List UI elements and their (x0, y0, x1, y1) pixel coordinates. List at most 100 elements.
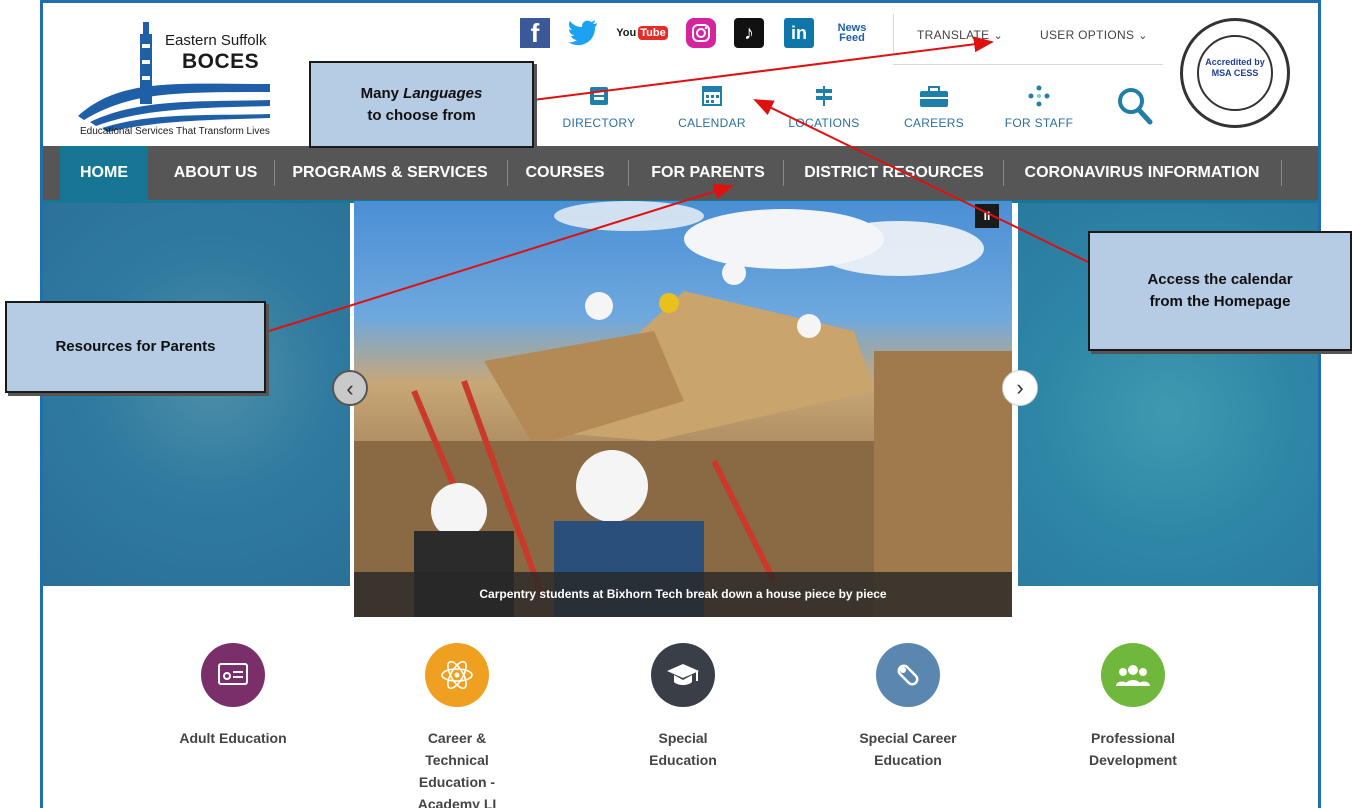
program-adult-education[interactable]: Adult Education (143, 643, 323, 749)
hero-caption: Carpentry students at Bixhorn Tech break… (354, 572, 1012, 617)
user-options-label: USER OPTIONS (1040, 28, 1135, 42)
callout-parents: Resources for Parents (5, 301, 266, 393)
construction-scene (354, 261, 1012, 617)
seal-text: Accredited by MSA CESS (1205, 57, 1265, 78)
translate-label: TRANSLATE (917, 28, 990, 42)
callout-calendar-line2: from the Homepage (1149, 293, 1291, 310)
tiktok-icon[interactable]: ♪ (734, 18, 764, 48)
callout-calendar-line1: Access the calendar (1147, 271, 1293, 288)
news-feed-icon[interactable]: News Feed (832, 18, 872, 48)
carousel-next-button[interactable]: › (1002, 370, 1038, 406)
quick-link-locations[interactable]: LOCATIONS (786, 84, 862, 130)
program-label-line: Academy LI (417, 796, 497, 808)
youtube-tube: Tube (638, 26, 668, 40)
instagram-icon[interactable] (686, 18, 716, 48)
quick-link-for-staff[interactable]: FOR STAFF (1004, 84, 1074, 130)
calendar-icon (702, 86, 722, 106)
certificate-icon (201, 643, 265, 707)
top-divider (893, 64, 1163, 65)
callout-languages-line1: Many Languages (361, 83, 483, 105)
frame-top (40, 0, 1321, 3)
program-label-line: Special Career (859, 730, 957, 746)
callout-languages: Many Languages to choose from (309, 61, 534, 148)
hero-previous-slide (43, 203, 350, 586)
facebook-icon[interactable]: f (520, 18, 550, 48)
quick-link-label: LOCATIONS (788, 116, 860, 130)
program-special-education[interactable]: Special Education (593, 643, 773, 771)
staff-icon (1028, 85, 1050, 107)
program-career-technical-education[interactable]: Career & Technical Education - Academy L… (367, 643, 547, 808)
pause-icon[interactable]: II (975, 204, 999, 228)
facebook-glyph: f (530, 17, 540, 48)
top-divider-vertical (893, 14, 894, 54)
atom-glyph (441, 660, 473, 690)
nav-separator (1281, 160, 1282, 186)
briefcase-icon (920, 86, 948, 107)
program-special-career-education[interactable]: Special Career Education (818, 643, 998, 771)
news-feed-line2: Feed (839, 32, 865, 44)
nav-for-parents[interactable]: FOR PARENTS (638, 146, 778, 200)
program-label-line: Career & (427, 730, 487, 746)
callout-parents-text: Resources for Parents (55, 338, 216, 355)
program-label-line: Education (874, 752, 942, 768)
group-glyph (1116, 665, 1150, 686)
diploma-glyph (897, 664, 919, 686)
program-label: Professional Development (1043, 727, 1223, 771)
nav-separator (628, 160, 629, 186)
program-professional-development[interactable]: Professional Development (1043, 643, 1223, 771)
directory-icon (590, 87, 608, 105)
linkedin-glyph: in (791, 22, 807, 43)
nav-separator (507, 160, 508, 186)
nav-separator (274, 160, 275, 186)
chevron-down-icon: ⌄ (1138, 30, 1148, 42)
program-label-line: Special (658, 730, 708, 746)
frame-right (1318, 0, 1321, 808)
quick-link-directory[interactable]: DIRECTORY (560, 84, 638, 130)
page: Eastern Suffolk BOCES Educational Servic… (0, 0, 1352, 808)
main-nav: HOME ABOUT US PROGRAMS & SERVICES COURSE… (43, 146, 1318, 200)
program-label-line: Education - (418, 774, 496, 790)
nav-coronavirus-information[interactable]: CORONAVIRUS INFORMATION (1011, 146, 1273, 200)
diploma-icon (876, 643, 940, 707)
twitter-bird-icon (568, 20, 597, 46)
nav-courses[interactable]: COURSES (515, 146, 615, 200)
linkedin-icon[interactable]: in (784, 18, 814, 48)
graduation-cap-icon (651, 643, 715, 707)
quick-link-calendar[interactable]: CALENDAR (676, 84, 748, 130)
program-label-line: Technical (425, 752, 489, 768)
msa-accreditation-seal[interactable]: Accredited by MSA CESS (1180, 18, 1290, 128)
user-options-dropdown[interactable]: USER OPTIONS ⌄ (1040, 28, 1148, 42)
youtube-icon[interactable]: You Tube (616, 18, 668, 48)
quick-link-label: FOR STAFF (1004, 116, 1074, 130)
quick-link-careers[interactable]: CAREERS (900, 84, 968, 130)
program-label: Special Education (593, 727, 773, 771)
quick-link-label: DIRECTORY (562, 116, 636, 130)
quick-link-label: CALENDAR (678, 116, 746, 130)
graduation-cap-glyph (667, 664, 699, 685)
translate-dropdown[interactable]: TRANSLATE ⌄ (917, 28, 1003, 42)
program-label-line: Education (649, 752, 717, 768)
program-label-line: Development (1089, 752, 1177, 768)
atom-icon (425, 643, 489, 707)
certificate-glyph (218, 663, 248, 685)
nav-home[interactable]: HOME (60, 146, 148, 200)
nav-separator (1003, 160, 1004, 186)
program-label: Adult Education (179, 730, 287, 746)
hero-image (354, 201, 1012, 617)
callout-languages-line2: to choose from (367, 106, 476, 124)
nav-district-resources[interactable]: DISTRICT RESOURCES (791, 146, 997, 200)
callout-text: Many (360, 84, 399, 102)
instagram-camera-icon (692, 24, 710, 42)
search-icon[interactable] (1115, 84, 1155, 128)
youtube-you: You (616, 27, 637, 39)
program-label-line: Professional (1090, 730, 1176, 746)
carousel-prev-button[interactable]: ‹ (332, 370, 368, 406)
nav-programs-services[interactable]: PROGRAMS & SERVICES (283, 146, 497, 200)
quick-link-label: CAREERS (903, 116, 965, 130)
logo-tagline: Educational Services That Transform Live… (80, 126, 270, 137)
signpost-icon (816, 86, 832, 106)
nav-about-us[interactable]: ABOUT US (153, 146, 278, 200)
logo-title: Eastern Suffolk (165, 32, 267, 49)
twitter-icon[interactable] (566, 18, 600, 48)
nav-separator (783, 160, 784, 186)
